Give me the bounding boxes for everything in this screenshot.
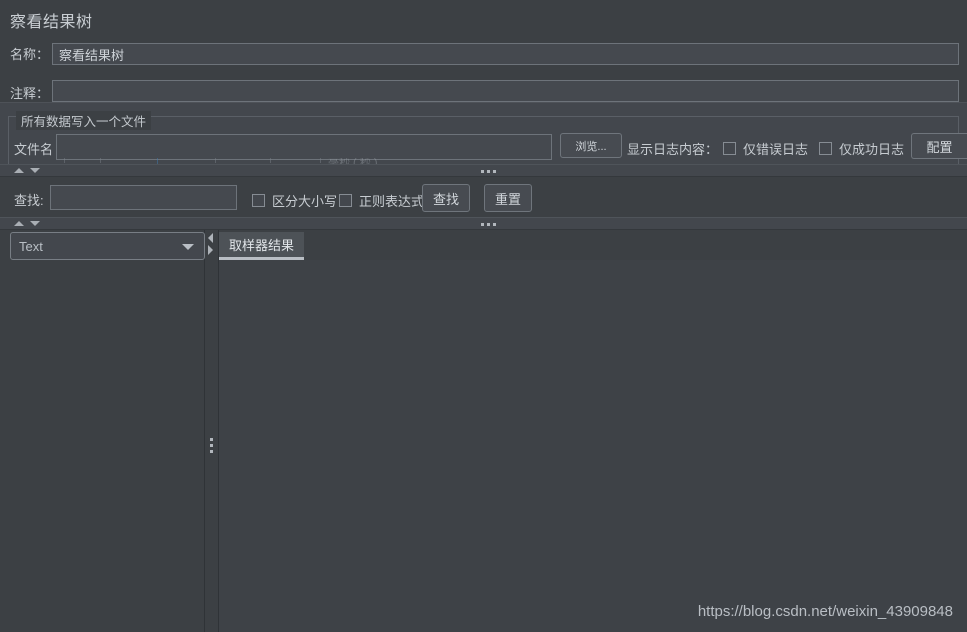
renderer-select[interactable]: Text xyxy=(10,232,205,260)
filename-row: 文件名 xyxy=(14,139,53,158)
errors-only-label: 仅错误日志 xyxy=(743,142,809,157)
case-sensitive-checkbox-row[interactable]: 区分大小写 xyxy=(252,191,337,210)
chevron-down-icon[interactable] xyxy=(182,244,194,250)
comment-row: 注释： xyxy=(10,83,49,102)
name-label: 名称： xyxy=(10,47,50,62)
file-group-legend: 所有数据写入一个文件 xyxy=(16,111,152,130)
success-only-label: 仅成功日志 xyxy=(839,142,905,157)
tabstrip: 取样器结果 xyxy=(219,230,967,260)
errors-only-checkbox[interactable] xyxy=(723,142,736,155)
results-viewer: Text 取样器结果 xyxy=(0,230,967,632)
page-title: 察看结果树 xyxy=(10,14,93,31)
regex-checkbox[interactable] xyxy=(339,194,352,207)
renderer-select-value: Text xyxy=(19,238,43,254)
splitter-divider-top[interactable] xyxy=(0,164,967,177)
tab-sampler-result[interactable]: 取样器结果 xyxy=(219,232,305,260)
collapse-up-icon-2[interactable] xyxy=(14,221,24,226)
success-only-checkbox-row[interactable]: 仅成功日志 xyxy=(819,139,904,158)
results-tree-pane: Text xyxy=(0,230,205,632)
band-top-separator xyxy=(0,102,967,103)
splitter-right-arrow-icon[interactable] xyxy=(208,245,213,255)
divider-grip-icon-2[interactable] xyxy=(481,223,496,226)
browse-button[interactable]: 浏览... xyxy=(560,133,622,158)
filename-label: 文件名 xyxy=(14,142,54,157)
case-sensitive-label: 区分大小写 xyxy=(272,194,338,209)
comment-label: 注释： xyxy=(10,86,50,101)
case-sensitive-checkbox[interactable] xyxy=(252,194,265,207)
result-detail-pane: 取样器结果 xyxy=(219,230,967,632)
comment-input[interactable] xyxy=(52,80,959,102)
errors-only-checkbox-row[interactable]: 仅错误日志 xyxy=(723,139,808,158)
log-content-row: 显示日志内容： xyxy=(627,139,718,158)
collapse-down-icon-2[interactable] xyxy=(30,221,40,226)
vertical-splitter-grip-icon[interactable] xyxy=(210,438,213,453)
collapse-up-icon[interactable] xyxy=(14,168,24,173)
success-only-checkbox[interactable] xyxy=(819,142,832,155)
name-input[interactable] xyxy=(52,43,959,65)
tab-content-area xyxy=(219,260,967,632)
regex-label: 正则表达式 xyxy=(359,194,425,209)
name-row: 名称： xyxy=(10,44,49,63)
splitter-left-arrow-icon[interactable] xyxy=(208,233,213,243)
search-input[interactable] xyxy=(50,185,237,210)
log-content-label: 显示日志内容： xyxy=(627,142,719,157)
filename-input[interactable] xyxy=(56,134,552,160)
search-label: 查找: xyxy=(14,193,44,208)
configure-button[interactable]: 配置 xyxy=(911,133,967,159)
collapse-down-icon[interactable] xyxy=(30,168,40,173)
find-button[interactable]: 查找 xyxy=(422,184,470,212)
regex-checkbox-row[interactable]: 正则表达式 xyxy=(339,191,424,210)
splitter-divider-bottom[interactable] xyxy=(0,217,967,230)
vertical-splitter[interactable] xyxy=(205,230,219,632)
watermark: https://blog.csdn.net/weixin_43909848 xyxy=(697,603,953,620)
divider-grip-icon[interactable] xyxy=(481,170,496,173)
reset-button[interactable]: 重置 xyxy=(484,184,532,212)
search-bar: 查找: 区分大小写 正则表达式 查找 重置 xyxy=(0,177,967,217)
